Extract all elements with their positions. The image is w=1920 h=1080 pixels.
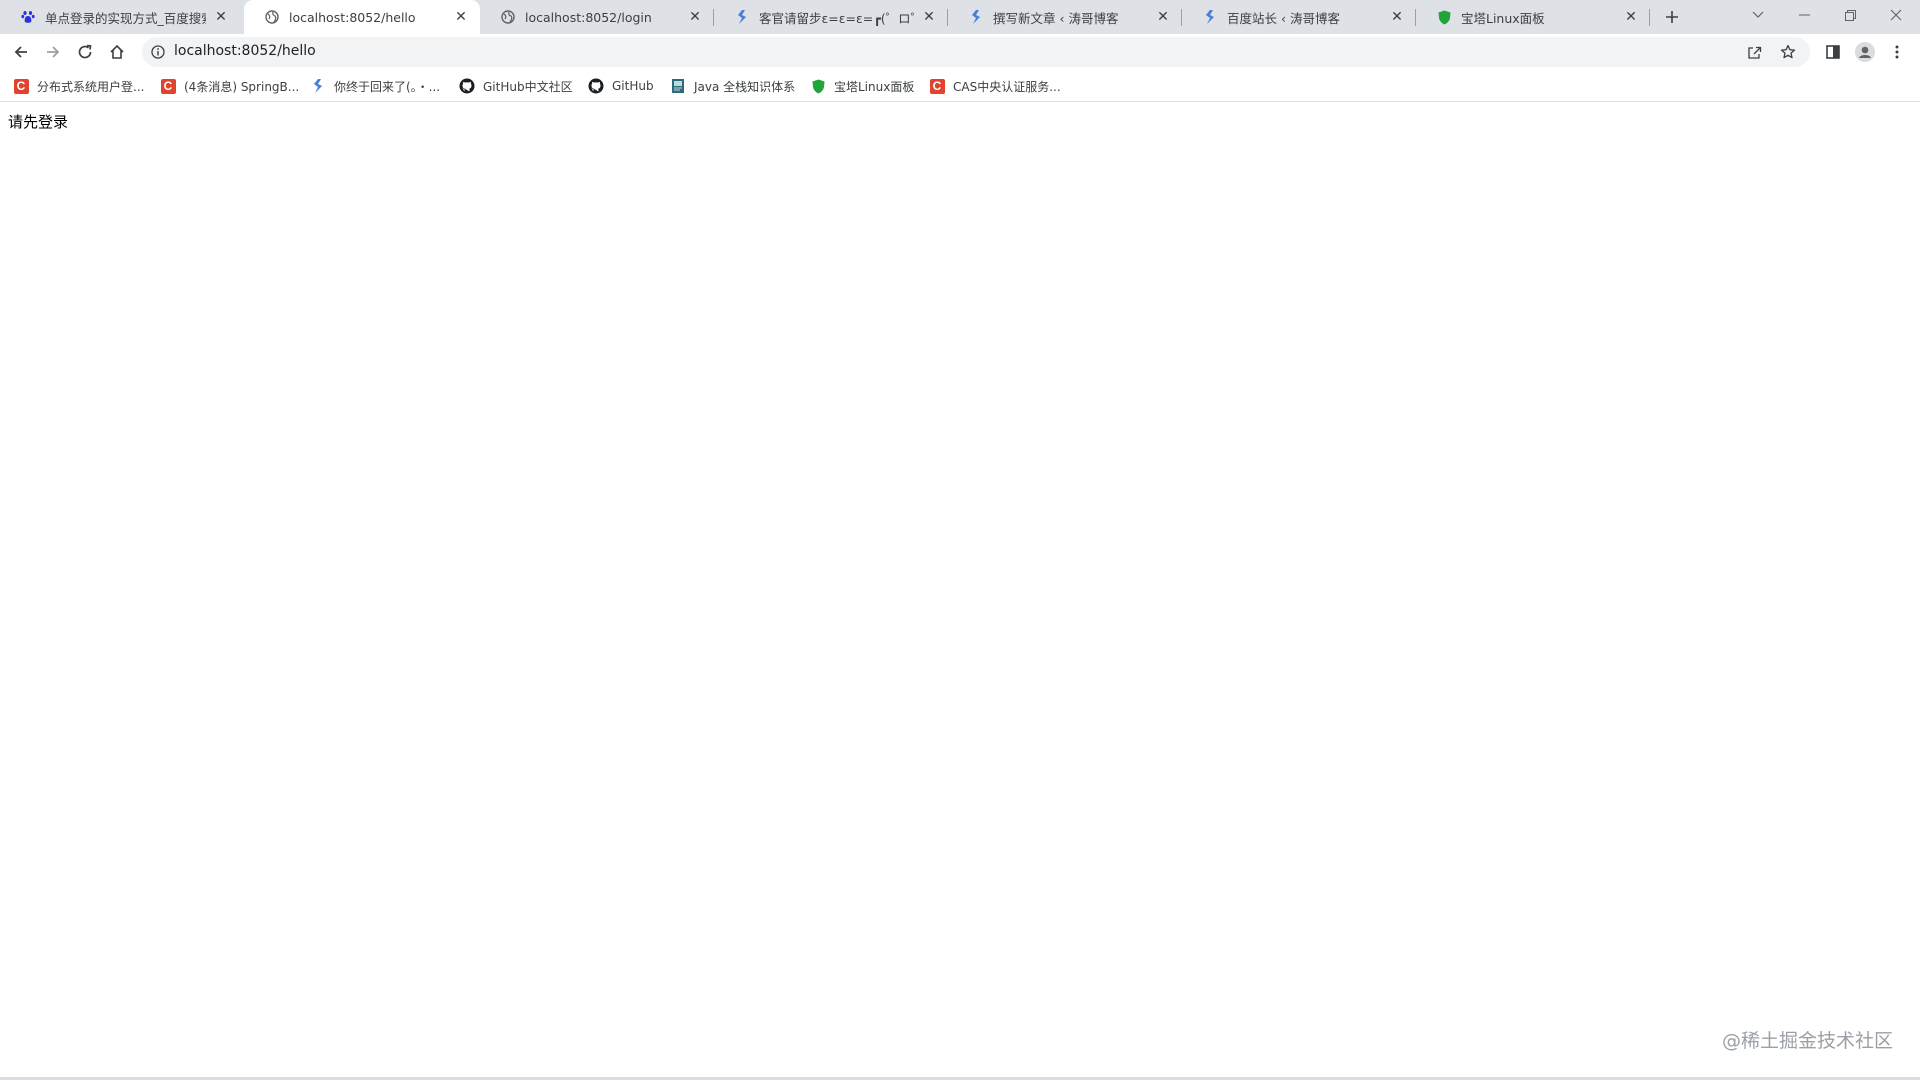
- watermark: @稀土掘金技术社区: [1721, 1030, 1893, 1052]
- new-tab-button[interactable]: [1660, 5, 1684, 29]
- close-icon[interactable]: ✕: [686, 8, 704, 26]
- bookmark-label: GitHub中文社区: [483, 79, 573, 94]
- close-icon[interactable]: ✕: [1154, 8, 1172, 26]
- tab-baidu-webmaster[interactable]: 百度站长 ‹ 涛哥博客 ✕: [1182, 0, 1416, 34]
- blog-icon: [734, 9, 750, 25]
- profile-button[interactable]: [1852, 39, 1878, 65]
- address-bar[interactable]: localhost:8052/hello: [142, 37, 1810, 67]
- reload-icon: [78, 44, 92, 59]
- tab-strip: 单点登录的实现方式_百度搜索 ✕ localhost:8052/hello ✕ …: [0, 0, 1920, 34]
- tab-login[interactable]: localhost:8052/login ✕: [480, 0, 714, 34]
- menu-button[interactable]: [1884, 39, 1910, 65]
- reload-button[interactable]: [72, 39, 98, 65]
- bookmark-label: 你终于回来了(。・...: [334, 79, 441, 94]
- csdn-icon: C: [13, 78, 29, 94]
- tab-title: 撰写新文章 ‹ 涛哥博客: [993, 10, 1119, 26]
- browser-toolbar: localhost:8052/hello: [0, 34, 1920, 70]
- url-text: localhost:8052/hello: [174, 43, 316, 59]
- chevron-down-icon: [1752, 11, 1764, 18]
- page-content: 请先登录 @稀土掘金技术社区: [0, 102, 1920, 1077]
- bookmark-item[interactable]: C (4条消息) SpringB...: [160, 76, 299, 96]
- bookmark-item[interactable]: 宝塔Linux面板: [810, 76, 914, 96]
- tab-title: 客官请留步ε=ε=ε=┏(゜ロ゜;)┛: [759, 10, 914, 26]
- share-icon[interactable]: [1744, 42, 1764, 62]
- close-icon[interactable]: ✕: [920, 8, 938, 26]
- close-icon[interactable]: ✕: [1622, 8, 1640, 26]
- arrow-left-icon: [14, 46, 27, 58]
- close-icon: [1890, 9, 1902, 21]
- home-icon: [110, 44, 124, 59]
- tab-hello[interactable]: localhost:8052/hello ✕: [244, 0, 480, 34]
- tab-bt-panel[interactable]: 宝塔Linux面板 ✕: [1416, 0, 1650, 34]
- site-info-icon[interactable]: [150, 44, 166, 60]
- tab-title: localhost:8052/hello: [289, 9, 416, 25]
- home-button[interactable]: [104, 39, 130, 65]
- bookmarks-bar: C 分布式系统用户登... C (4条消息) SpringB... 你终于回来了…: [0, 70, 1920, 102]
- bt-shield-icon: [810, 78, 826, 94]
- tab-search-button[interactable]: [1736, 0, 1780, 30]
- bookmark-label: GitHub: [612, 79, 654, 93]
- more-vertical-icon: [1895, 45, 1899, 59]
- close-icon[interactable]: ✕: [452, 8, 470, 26]
- minimize-button[interactable]: [1782, 0, 1826, 30]
- arrow-right-icon: [47, 46, 60, 58]
- bookmark-label: 分布式系统用户登...: [37, 79, 145, 94]
- tab-title: 百度站长 ‹ 涛哥博客: [1227, 10, 1340, 26]
- forward-button[interactable]: [40, 39, 66, 65]
- java-book-icon: [670, 78, 686, 94]
- csdn-icon: C: [929, 78, 945, 94]
- bookmark-label: Java 全栈知识体系: [694, 79, 796, 94]
- csdn-icon: C: [160, 78, 176, 94]
- bookmark-item[interactable]: GitHub中文社区: [459, 76, 573, 96]
- tab-title: localhost:8052/login: [525, 9, 652, 25]
- bookmark-item[interactable]: 你终于回来了(。・...: [310, 76, 440, 96]
- tab-title: 宝塔Linux面板: [1461, 10, 1545, 26]
- tab-baidu-search[interactable]: 单点登录的实现方式_百度搜索 ✕: [0, 0, 240, 34]
- bookmark-item[interactable]: GitHub: [588, 76, 654, 96]
- baidu-paw-icon: [20, 9, 36, 25]
- close-window-button[interactable]: [1874, 0, 1918, 30]
- bookmark-label: 宝塔Linux面板: [834, 79, 915, 94]
- tab-blog-welcome[interactable]: 客官请留步ε=ε=ε=┏(゜ロ゜;)┛ ✕: [714, 0, 948, 34]
- back-button[interactable]: [8, 39, 34, 65]
- login-required-message: 请先登录: [8, 113, 69, 131]
- github-icon: [588, 78, 604, 94]
- blog-icon: [310, 78, 326, 94]
- restore-icon: [1844, 9, 1856, 21]
- bookmark-item[interactable]: C 分布式系统用户登...: [13, 76, 144, 96]
- blog-icon: [1202, 9, 1218, 25]
- restore-button[interactable]: [1828, 0, 1872, 30]
- globe-icon: [500, 9, 516, 25]
- bookmark-label: (4条消息) SpringB...: [184, 79, 300, 94]
- bt-shield-icon: [1436, 9, 1452, 25]
- close-icon[interactable]: ✕: [1388, 8, 1406, 26]
- blog-icon: [968, 9, 984, 25]
- globe-icon: [264, 9, 280, 25]
- tab-blog-new-post[interactable]: 撰写新文章 ‹ 涛哥博客 ✕: [948, 0, 1182, 34]
- bookmark-label: CAS中央认证服务...: [953, 79, 1061, 94]
- close-icon[interactable]: ✕: [212, 8, 230, 26]
- star-icon[interactable]: [1778, 42, 1798, 62]
- bookmark-item[interactable]: Java 全栈知识体系: [670, 76, 795, 96]
- github-icon: [459, 78, 475, 94]
- bookmark-item[interactable]: C CAS中央认证服务...: [929, 76, 1061, 96]
- tab-title: 单点登录的实现方式_百度搜索: [45, 10, 206, 26]
- side-panel-icon: [1826, 45, 1840, 59]
- minimize-icon: [1798, 14, 1810, 16]
- avatar-icon: [1855, 42, 1875, 62]
- side-panel-button[interactable]: [1820, 39, 1846, 65]
